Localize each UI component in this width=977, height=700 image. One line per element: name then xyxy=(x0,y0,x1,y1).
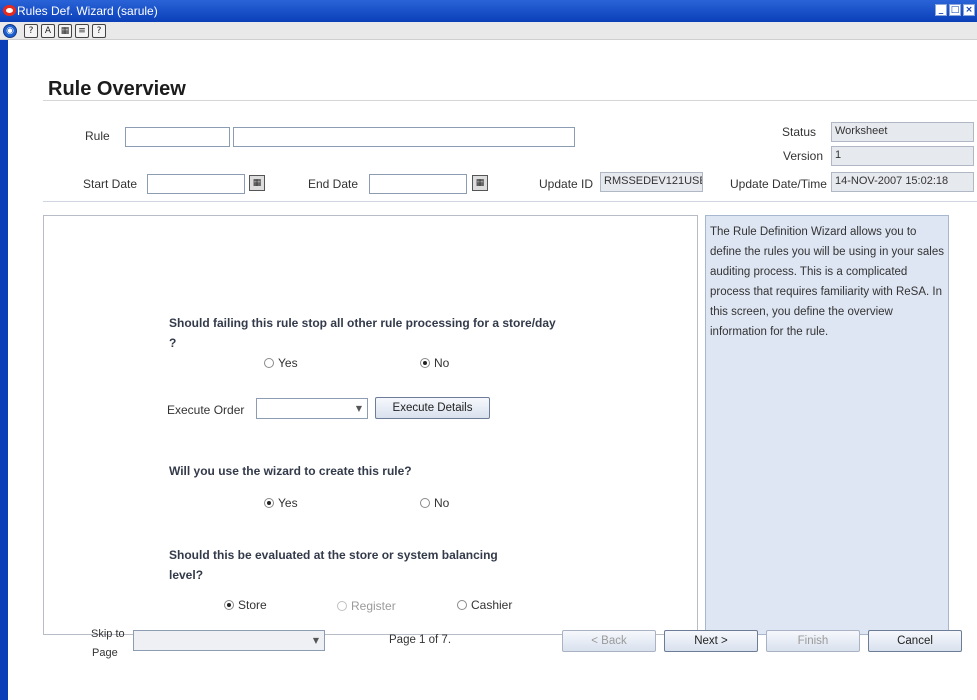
end-date-input[interactable] xyxy=(369,174,467,194)
radio-label: Yes xyxy=(278,356,298,370)
header-section: Rule Status Worksheet Version 1 Start Da… xyxy=(43,102,977,202)
question-balancing-level: Should this be evaluated at the store or… xyxy=(169,548,498,582)
cancel-button[interactable]: Cancel xyxy=(868,630,962,652)
window-title: Rules Def. Wizard (sarule) xyxy=(17,4,158,18)
oracle-logo-icon xyxy=(3,5,16,16)
rule-id-input[interactable] xyxy=(125,127,230,147)
question-use-wizard: Will you use the wizard to create this r… xyxy=(169,464,412,478)
radio-label: No xyxy=(434,496,450,510)
toolbar: ◉ ? A ▦ ≡ ? xyxy=(0,22,977,40)
close-icon[interactable]: × xyxy=(963,4,975,16)
page-indicator: Page 1 of 7. xyxy=(389,634,452,646)
version-field: 1 xyxy=(831,146,974,166)
window-left-border xyxy=(0,40,8,700)
question-stop-processing: Should failing this rule stop all other … xyxy=(169,316,556,350)
globe-icon[interactable]: ◉ xyxy=(3,24,17,38)
help-icon[interactable]: ? xyxy=(24,24,38,38)
back-button[interactable]: < Back xyxy=(562,630,656,652)
skip-to-page-select[interactable]: ▼ xyxy=(133,630,325,651)
radio-label: Register xyxy=(351,599,396,613)
radio-label: Yes xyxy=(278,496,298,510)
skip-page-label: Page xyxy=(92,647,118,659)
q2-no-radio[interactable]: No xyxy=(420,496,449,510)
radio-dot xyxy=(457,600,467,610)
q3-register-radio: Register xyxy=(337,599,396,613)
execute-order-select[interactable]: ▼ xyxy=(256,398,368,419)
radio-label: No xyxy=(434,356,450,370)
skip-to-label: Skip to xyxy=(91,628,125,640)
help-panel: The Rule Definition Wizard allows you to… xyxy=(705,215,949,635)
main-content: Rule Overview Rule Status Worksheet Vers… xyxy=(8,40,977,700)
radio-dot xyxy=(264,498,274,508)
q2-yes-radio[interactable]: Yes xyxy=(264,496,298,510)
radio-dot xyxy=(224,600,234,610)
finish-button[interactable]: Finish xyxy=(766,630,860,652)
chevron-down-icon[interactable]: ▼ xyxy=(351,399,367,418)
window-controls: _ □ × xyxy=(935,4,975,16)
restore-icon[interactable]: □ xyxy=(949,4,961,16)
rule-label: Rule xyxy=(85,129,110,143)
next-button[interactable]: Next > xyxy=(664,630,758,652)
radio-dot xyxy=(420,498,430,508)
end-date-calendar-icon[interactable]: ▦ xyxy=(472,175,488,191)
execute-order-label: Execute Order xyxy=(167,403,245,417)
title-divider xyxy=(43,100,977,101)
window-titlebar: Rules Def. Wizard (sarule) _ □ × xyxy=(0,0,977,22)
status-label: Status xyxy=(782,125,817,139)
help-text: The Rule Definition Wizard allows you to… xyxy=(710,226,944,338)
radio-dot xyxy=(337,601,347,611)
end-date-label: End Date xyxy=(308,177,359,191)
start-date-calendar-icon[interactable]: ▦ xyxy=(249,175,265,191)
status-field: Worksheet xyxy=(831,122,974,142)
spellcheck-icon[interactable]: A xyxy=(41,24,55,38)
start-date-label: Start Date xyxy=(83,177,138,191)
q1-no-radio[interactable]: No xyxy=(420,356,449,370)
radio-label: Cashier xyxy=(471,598,513,612)
about-icon[interactable]: ? xyxy=(92,24,106,38)
page-title: Rule Overview xyxy=(48,78,186,100)
rule-description-input[interactable] xyxy=(233,127,575,147)
radio-label: Store xyxy=(238,598,267,612)
update-datetime-field: 14-NOV-2007 15:02:18 xyxy=(831,172,974,192)
update-id-field: RMSSEDEV121USEI xyxy=(600,172,703,192)
chevron-down-icon[interactable]: ▼ xyxy=(308,631,324,650)
execute-details-button[interactable]: Execute Details xyxy=(375,397,490,419)
notes-icon[interactable]: ≡ xyxy=(75,24,89,38)
calendar-icon[interactable]: ▦ xyxy=(58,24,72,38)
q1-yes-radio[interactable]: Yes xyxy=(264,356,298,370)
update-id-label: Update ID xyxy=(539,177,594,191)
radio-dot xyxy=(264,358,274,368)
start-date-input[interactable] xyxy=(147,174,245,194)
version-label: Version xyxy=(783,149,824,163)
minimize-icon[interactable]: _ xyxy=(935,4,947,16)
q3-store-radio[interactable]: Store xyxy=(224,598,267,612)
update-datetime-label: Update Date/Time xyxy=(730,177,827,191)
radio-dot xyxy=(420,358,430,368)
q3-cashier-radio[interactable]: Cashier xyxy=(457,598,512,612)
wizard-form-panel: Should failing this rule stop all other … xyxy=(43,215,698,635)
